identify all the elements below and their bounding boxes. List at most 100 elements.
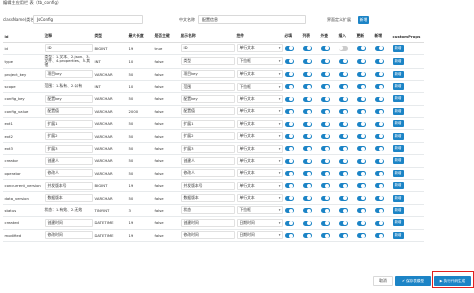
- display-name-input[interactable]: 项目key: [180, 70, 235, 79]
- list-toggle[interactable]: [302, 84, 312, 90]
- add-toggle[interactable]: [374, 183, 384, 189]
- update-toggle[interactable]: [356, 133, 366, 139]
- insert-toggle[interactable]: [338, 96, 348, 102]
- custom-props-add-button[interactable]: 新增: [392, 145, 404, 153]
- list-toggle[interactable]: [302, 58, 312, 64]
- required-toggle[interactable]: [284, 109, 294, 115]
- query-toggle[interactable]: [320, 158, 330, 164]
- query-toggle[interactable]: [320, 45, 330, 51]
- control-select[interactable]: 日期时间 ▾: [236, 218, 283, 227]
- add-toggle[interactable]: [374, 133, 384, 139]
- required-toggle[interactable]: [284, 220, 294, 226]
- comment-input[interactable]: 扩展1: [44, 119, 93, 128]
- display-name-input[interactable]: 创建人: [180, 156, 235, 165]
- display-name-input[interactable]: 修改人: [180, 169, 235, 178]
- add-toggle[interactable]: [374, 208, 384, 214]
- control-select[interactable]: 单行文本 ▾: [236, 44, 283, 53]
- display-name-input[interactable]: 并发版本号: [180, 181, 235, 190]
- display-name-input[interactable]: 状态: [180, 206, 235, 215]
- display-name-input[interactable]: 扩展3: [180, 144, 235, 153]
- query-toggle[interactable]: [320, 146, 330, 152]
- custom-props-add-button[interactable]: 新增: [392, 194, 404, 202]
- ext-add-button[interactable]: 新增: [358, 16, 369, 24]
- comment-input[interactable]: 类型：1.文本、2.json、3.文件、4.properties、5.其他: [45, 54, 94, 67]
- list-toggle[interactable]: [302, 146, 312, 152]
- add-toggle[interactable]: [374, 121, 384, 127]
- required-toggle[interactable]: [284, 208, 294, 214]
- update-toggle[interactable]: [356, 208, 366, 214]
- cn-name-input[interactable]: 配置信息: [198, 15, 306, 24]
- update-toggle[interactable]: [356, 109, 366, 115]
- query-toggle[interactable]: [320, 121, 330, 127]
- list-toggle[interactable]: [302, 233, 312, 239]
- class-name-input[interactable]: JsConfig: [33, 15, 143, 24]
- list-toggle[interactable]: [302, 71, 312, 77]
- add-toggle[interactable]: [374, 158, 384, 164]
- insert-toggle[interactable]: [338, 84, 348, 90]
- add-toggle[interactable]: [374, 71, 384, 77]
- display-name-input[interactable]: 配置key: [180, 94, 235, 103]
- list-toggle[interactable]: [302, 96, 312, 102]
- insert-toggle[interactable]: [338, 220, 348, 226]
- comment-input[interactable]: 创建时间: [44, 218, 93, 227]
- update-toggle[interactable]: [356, 121, 366, 127]
- custom-props-add-button[interactable]: 新增: [392, 219, 404, 227]
- update-toggle[interactable]: [356, 58, 366, 64]
- required-toggle[interactable]: [284, 121, 294, 127]
- display-name-input[interactable]: 扩展1: [180, 119, 235, 128]
- insert-toggle[interactable]: [338, 146, 348, 152]
- update-toggle[interactable]: [356, 45, 366, 51]
- required-toggle[interactable]: [284, 233, 294, 239]
- control-select[interactable]: 单行文本 ▾: [236, 169, 283, 178]
- insert-toggle[interactable]: [338, 233, 348, 239]
- add-toggle[interactable]: [374, 58, 384, 64]
- list-toggle[interactable]: [302, 195, 312, 201]
- required-toggle[interactable]: [284, 195, 294, 201]
- insert-toggle[interactable]: [338, 171, 348, 177]
- control-select[interactable]: 日期时间 ▾: [236, 231, 283, 240]
- required-toggle[interactable]: [284, 71, 294, 77]
- display-name-input[interactable]: 创建时间: [180, 218, 235, 227]
- query-toggle[interactable]: [320, 96, 330, 102]
- custom-props-add-button[interactable]: 新增: [392, 206, 404, 214]
- update-toggle[interactable]: [356, 195, 366, 201]
- custom-props-add-button[interactable]: 新增: [392, 44, 404, 52]
- list-toggle[interactable]: [302, 220, 312, 226]
- control-select[interactable]: 单行文本 ▾: [236, 156, 283, 165]
- add-toggle[interactable]: [374, 96, 384, 102]
- control-select[interactable]: 单行文本 ▾: [236, 107, 283, 116]
- update-toggle[interactable]: [356, 146, 366, 152]
- comment-input[interactable]: 配置key: [44, 94, 93, 103]
- control-select[interactable]: 单行文本 ▾: [236, 132, 283, 141]
- control-select[interactable]: 单行文本 ▾: [236, 119, 283, 128]
- insert-toggle[interactable]: [338, 133, 348, 139]
- query-toggle[interactable]: [320, 133, 330, 139]
- update-toggle[interactable]: [356, 96, 366, 102]
- list-toggle[interactable]: [302, 171, 312, 177]
- required-toggle[interactable]: [284, 84, 294, 90]
- comment-input[interactable]: 扩展2: [44, 132, 93, 141]
- comment-input[interactable]: 修改人: [44, 169, 93, 178]
- comment-input[interactable]: 范围：1.私有、2.公有: [45, 84, 94, 88]
- custom-props-add-button[interactable]: 新增: [392, 120, 404, 128]
- comment-input[interactable]: ID: [44, 44, 93, 53]
- update-toggle[interactable]: [356, 171, 366, 177]
- display-name-input[interactable]: 数据版本: [180, 194, 235, 203]
- custom-props-add-button[interactable]: 新增: [392, 157, 404, 165]
- comment-input[interactable]: 创建人: [44, 156, 93, 165]
- comment-input[interactable]: 项目key: [44, 70, 93, 79]
- custom-props-add-button[interactable]: 新增: [392, 107, 404, 115]
- update-toggle[interactable]: [356, 220, 366, 226]
- custom-props-add-button[interactable]: 新增: [392, 169, 404, 177]
- update-toggle[interactable]: [356, 233, 366, 239]
- display-name-input[interactable]: ID: [180, 44, 235, 53]
- display-name-input[interactable]: 修改时间: [180, 231, 235, 240]
- custom-props-add-button[interactable]: 新增: [392, 95, 404, 103]
- insert-toggle[interactable]: [338, 183, 348, 189]
- query-toggle[interactable]: [320, 171, 330, 177]
- control-select[interactable]: 单行文本 ▾: [236, 94, 283, 103]
- control-select[interactable]: 下拉框 ▾: [236, 206, 283, 215]
- update-toggle[interactable]: [356, 71, 366, 77]
- insert-toggle[interactable]: [338, 109, 348, 115]
- required-toggle[interactable]: [284, 146, 294, 152]
